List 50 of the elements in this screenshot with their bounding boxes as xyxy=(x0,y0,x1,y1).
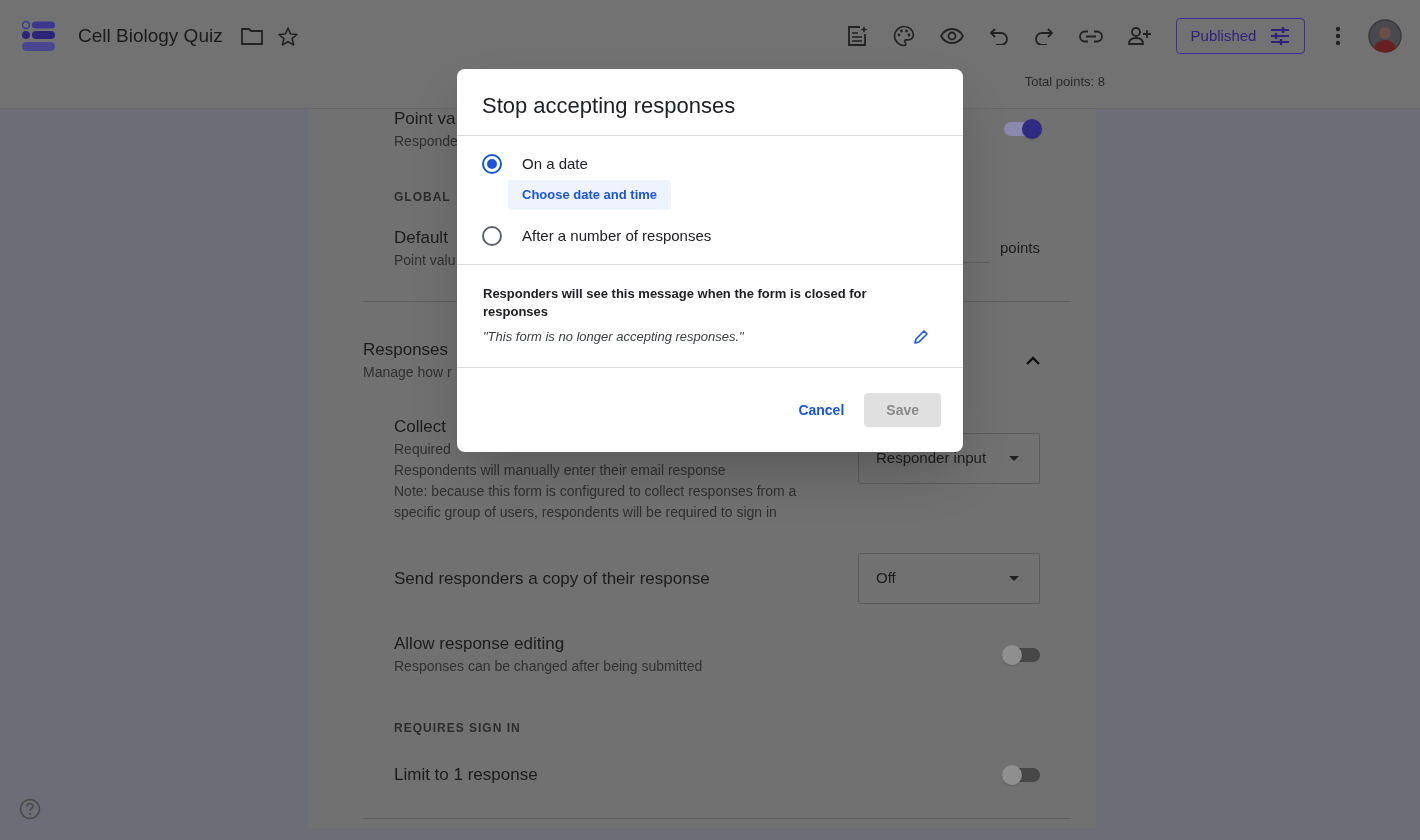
setting-title: Collect xyxy=(394,416,447,438)
message-heading: Responders will see this message when the form is closed for responses xyxy=(483,285,868,321)
published-button[interactable]: Published xyxy=(1176,18,1305,54)
folder-icon[interactable] xyxy=(240,27,263,45)
setting-title: Limit to 1 response xyxy=(394,764,538,786)
toggle-switch[interactable] xyxy=(1004,122,1040,136)
option-label: On a date xyxy=(522,153,588,174)
setting-description: Point valu xyxy=(394,251,456,270)
more-options-icon[interactable] xyxy=(1335,26,1341,46)
setting-title: Allow response editing xyxy=(394,633,566,655)
toggle-switch[interactable] xyxy=(1004,647,1040,662)
preview-eye-icon[interactable] xyxy=(940,28,964,44)
avatar[interactable] xyxy=(1368,19,1402,53)
form-title[interactable]: Cell Biology Quiz xyxy=(78,21,223,51)
setting-description: Note: because this form is configured to collect responses from a specific group of users, respondents will be required to sign in xyxy=(394,482,798,522)
points-unit: points xyxy=(999,238,1040,259)
section-label: GLOBAL xyxy=(394,189,451,206)
setting-title: Responses xyxy=(363,339,450,361)
ai-sheet-icon[interactable] xyxy=(846,25,868,47)
forms-logo-icon[interactable] xyxy=(22,20,56,52)
option-label: After a number of responses xyxy=(522,225,712,246)
setting-title: Default xyxy=(394,227,449,249)
undo-icon[interactable] xyxy=(989,27,1009,45)
setting-title: Point va xyxy=(394,108,457,130)
star-icon[interactable] xyxy=(277,26,298,46)
setting-description: Respondents will manually enter their email response xyxy=(394,461,727,480)
radio-button[interactable] xyxy=(482,226,502,246)
toggle-switch[interactable] xyxy=(1004,768,1040,782)
setting-title: Send responders a copy of their response xyxy=(394,567,710,590)
dropdown-arrow-icon xyxy=(1009,456,1019,461)
dropdown[interactable]: Off xyxy=(858,553,1040,604)
section-label: REQUIRES SIGN IN xyxy=(394,720,521,737)
collapse-chevron-icon[interactable] xyxy=(1026,356,1040,365)
setting-description: Responses can be changed after being submitted xyxy=(394,657,703,676)
closed-message: "This form is no longer accepting responses." xyxy=(483,328,744,346)
edit-pencil-icon[interactable] xyxy=(913,328,929,345)
setting-description: Required xyxy=(394,440,452,459)
dropdown-arrow-icon xyxy=(1009,576,1019,581)
add-person-icon[interactable] xyxy=(1128,27,1152,45)
link-icon[interactable] xyxy=(1079,29,1103,43)
total-points: Total points: 8 xyxy=(1024,73,1105,91)
cancel-button[interactable]: Cancel xyxy=(790,393,853,427)
choose-date-button[interactable]: Choose date and time xyxy=(508,180,672,210)
palette-icon[interactable] xyxy=(893,25,915,47)
setting-description: Responde xyxy=(394,132,458,151)
redo-icon[interactable] xyxy=(1034,27,1054,45)
radio-button[interactable] xyxy=(482,154,502,174)
setting-description: Manage how r xyxy=(363,363,452,382)
dialog-title: Stop accepting responses xyxy=(482,91,736,120)
sliders-icon xyxy=(1270,27,1291,45)
